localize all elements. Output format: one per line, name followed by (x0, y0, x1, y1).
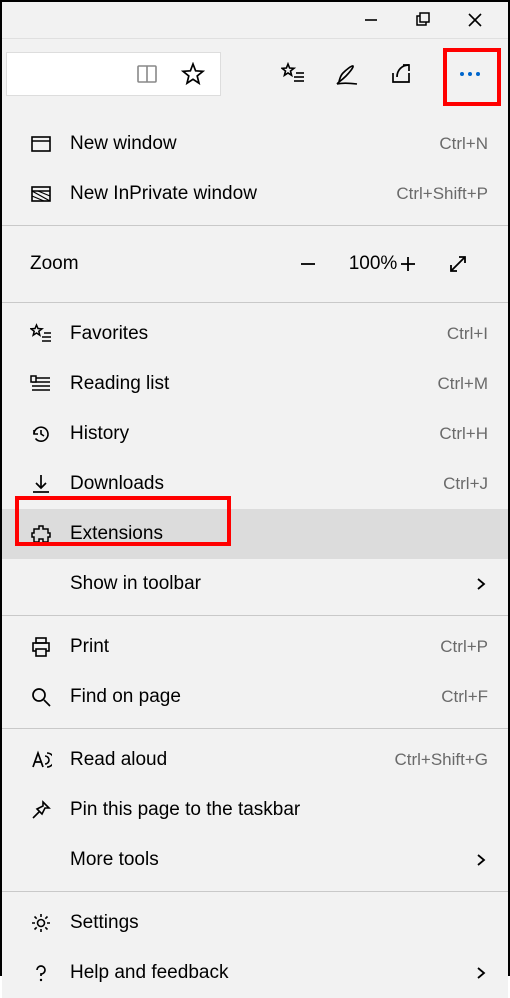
print-icon (30, 636, 52, 658)
search-icon (30, 686, 52, 708)
zoom-out-button[interactable] (298, 254, 348, 274)
zoom-label: Zoom (30, 253, 298, 275)
inprivate-icon (30, 183, 52, 205)
read-aloud-icon (30, 749, 52, 771)
browser-toolbar (2, 39, 508, 109)
menu-read-aloud[interactable]: Read aloud Ctrl+Shift+G (2, 735, 508, 785)
help-icon (30, 962, 52, 984)
menu-history[interactable]: History Ctrl+H (2, 409, 508, 459)
chevron-right-icon (474, 966, 488, 980)
menu-shortcut: Ctrl+N (439, 134, 488, 154)
settings-menu: New window Ctrl+N New InPrivate window C… (2, 109, 508, 998)
menu-find[interactable]: Find on page Ctrl+F (2, 672, 508, 722)
menu-label: Print (70, 636, 440, 658)
zoom-value: 100% (348, 253, 398, 275)
menu-help[interactable]: Help and feedback (2, 948, 508, 998)
share-button[interactable] (388, 61, 414, 87)
menu-label: More tools (70, 849, 474, 871)
maximize-icon (415, 12, 431, 28)
reading-view-button[interactable] (134, 61, 160, 87)
star-list-icon (281, 62, 305, 86)
zoom-in-button[interactable] (398, 254, 448, 274)
menu-shortcut: Ctrl+M (437, 374, 488, 394)
share-icon (389, 62, 413, 86)
menu-extensions[interactable]: Extensions (2, 509, 508, 559)
menu-new-inprivate[interactable]: New InPrivate window Ctrl+Shift+P (2, 169, 508, 219)
menu-label: Downloads (70, 473, 443, 495)
minimize-button[interactable] (358, 7, 384, 33)
menu-label: Pin this page to the taskbar (70, 799, 488, 821)
menu-label: Settings (70, 912, 488, 934)
menu-label: Help and feedback (70, 962, 474, 984)
window-titlebar (2, 2, 508, 39)
menu-label: Favorites (70, 323, 447, 345)
menu-shortcut: Ctrl+F (441, 687, 488, 707)
menu-show-in-toolbar[interactable]: Show in toolbar (2, 559, 508, 609)
notes-button[interactable] (334, 61, 360, 87)
menu-pin[interactable]: Pin this page to the taskbar (2, 785, 508, 835)
menu-shortcut: Ctrl+Shift+P (396, 184, 488, 204)
plus-icon (398, 254, 418, 274)
menu-zoom: Zoom 100% (2, 232, 508, 296)
menu-separator (2, 615, 508, 616)
menu-label: New InPrivate window (70, 183, 396, 205)
menu-separator (2, 302, 508, 303)
menu-reading-list[interactable]: Reading list Ctrl+M (2, 359, 508, 409)
favorites-list-button[interactable] (280, 61, 306, 87)
menu-shortcut: Ctrl+I (447, 324, 488, 344)
menu-label: New window (70, 133, 439, 155)
star-list-icon (30, 323, 52, 345)
menu-more-tools[interactable]: More tools (2, 835, 508, 885)
star-icon (181, 62, 205, 86)
favorite-button[interactable] (180, 61, 206, 87)
maximize-button[interactable] (410, 7, 436, 33)
pen-icon (335, 62, 359, 86)
expand-icon (448, 254, 468, 274)
menu-label: Show in toolbar (70, 573, 474, 595)
chevron-right-icon (474, 577, 488, 591)
menu-shortcut: Ctrl+J (443, 474, 488, 494)
reading-list-icon (30, 373, 52, 395)
minimize-icon (364, 13, 378, 27)
menu-print[interactable]: Print Ctrl+P (2, 622, 508, 672)
address-bar[interactable] (6, 52, 221, 96)
more-icon (455, 59, 485, 89)
menu-shortcut: Ctrl+H (439, 424, 488, 444)
window-icon (30, 133, 52, 155)
download-icon (30, 473, 52, 495)
menu-label: Find on page (70, 686, 441, 708)
menu-separator (2, 891, 508, 892)
menu-label: Extensions (70, 523, 488, 545)
pin-icon (30, 799, 52, 821)
book-icon (136, 63, 158, 85)
more-button[interactable] (442, 46, 498, 102)
menu-label: Read aloud (70, 749, 394, 771)
fullscreen-button[interactable] (448, 254, 488, 274)
menu-label: History (70, 423, 439, 445)
minus-icon (298, 254, 318, 274)
menu-shortcut: Ctrl+P (440, 637, 488, 657)
menu-label: Reading list (70, 373, 437, 395)
menu-favorites[interactable]: Favorites Ctrl+I (2, 309, 508, 359)
history-icon (30, 423, 52, 445)
menu-separator (2, 225, 508, 226)
toolbar-actions (221, 46, 508, 102)
close-button[interactable] (462, 7, 488, 33)
menu-new-window[interactable]: New window Ctrl+N (2, 119, 508, 169)
menu-downloads[interactable]: Downloads Ctrl+J (2, 459, 508, 509)
extension-icon (30, 523, 52, 545)
gear-icon (30, 912, 52, 934)
menu-shortcut: Ctrl+Shift+G (394, 750, 488, 770)
menu-separator (2, 728, 508, 729)
chevron-right-icon (474, 853, 488, 867)
close-icon (467, 12, 483, 28)
menu-settings[interactable]: Settings (2, 898, 508, 948)
